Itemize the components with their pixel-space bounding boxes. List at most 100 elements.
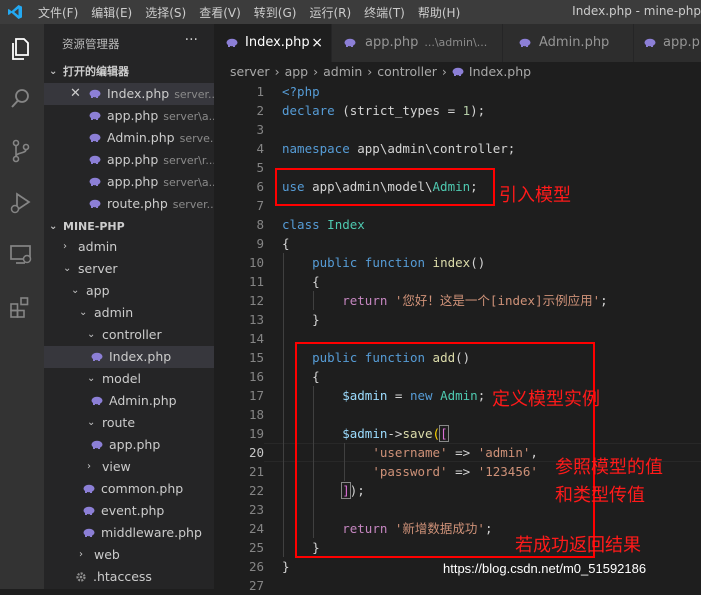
open-editor-name: route.php: [107, 196, 168, 211]
line-number: 4: [256, 141, 264, 156]
php-file-icon: [91, 396, 103, 405]
open-editor-item[interactable]: app.php server\a...: [44, 171, 214, 193]
chevron-right-icon: ›: [79, 549, 83, 560]
project-label: MINE-PHP: [63, 220, 125, 233]
tree-file[interactable]: Admin.php: [44, 390, 214, 412]
close-icon[interactable]: ✕: [70, 83, 81, 105]
php-file-icon: [89, 133, 101, 142]
code-line: {: [312, 274, 320, 289]
explorer-sidebar: 资源管理器 ··· ⌄ 打开的编辑器 ✕ Index.phpserver... …: [44, 24, 214, 589]
menu-go[interactable]: 转到(G): [254, 4, 297, 21]
breadcrumb-item[interactable]: server: [230, 64, 270, 79]
run-debug-icon[interactable]: [8, 190, 34, 216]
tree-folder[interactable]: › view: [44, 456, 214, 478]
close-icon[interactable]: ×: [311, 24, 323, 62]
code-line: class Index: [282, 217, 365, 232]
tree-label: Admin.php: [109, 393, 177, 408]
menu-run[interactable]: 运行(R): [309, 4, 351, 21]
tree-folder[interactable]: ⌄ controller: [44, 324, 214, 346]
tree-label: common.php: [101, 481, 184, 496]
menu-edit[interactable]: 编辑(E): [91, 4, 132, 21]
tree-file[interactable]: event.php: [44, 500, 214, 522]
line-number: 3: [256, 122, 264, 137]
open-editor-item[interactable]: app.php server\a...: [44, 105, 214, 127]
open-editor-path: server...: [174, 88, 214, 101]
remote-explorer-icon[interactable]: [8, 242, 34, 268]
chevron-down-icon: ⌄: [87, 417, 96, 428]
tree-file[interactable]: .htaccess: [44, 566, 214, 588]
php-file-icon: [83, 484, 95, 493]
breadcrumb-item[interactable]: app: [285, 64, 309, 79]
tree-label: server: [78, 261, 118, 276]
menu-help[interactable]: 帮助(H): [418, 4, 460, 21]
tab-index-php[interactable]: Index.php ×: [214, 24, 332, 62]
tree-folder[interactable]: ⌄ server: [44, 258, 214, 280]
title-bar: 文件(F) 编辑(E) 选择(S) 查看(V) 转到(G) 运行(R) 终端(T…: [0, 0, 701, 24]
tree-file[interactable]: app.php: [44, 434, 214, 456]
line-number: 10: [248, 255, 264, 270]
tree-label: web: [94, 547, 120, 562]
tree-folder[interactable]: ⌄ app: [44, 280, 214, 302]
chevron-down-icon: ⌄: [87, 373, 96, 384]
breadcrumb-item[interactable]: admin: [323, 64, 362, 79]
annotation-result: 若成功返回结果: [515, 535, 641, 556]
open-editor-name: Admin.php: [107, 130, 175, 145]
line-number: 8: [256, 217, 264, 232]
tab-app-php-2[interactable]: app.php: [634, 24, 701, 62]
tree-folder[interactable]: › web: [44, 544, 214, 566]
tab-admin-php[interactable]: Admin.php: [503, 24, 634, 62]
annotation-instance: 定义模型实例: [492, 389, 600, 410]
annotation-import: 引入模型: [499, 185, 571, 206]
open-editor-item[interactable]: Admin.php serve...: [44, 127, 214, 149]
menu-terminal[interactable]: 终端(T): [364, 4, 405, 21]
open-editor-item[interactable]: ✕ Index.php server...: [44, 83, 214, 105]
more-actions-icon[interactable]: ···: [185, 32, 198, 48]
breadcrumb-item[interactable]: Index.php: [469, 64, 531, 79]
menu-view[interactable]: 查看(V): [199, 4, 241, 21]
explorer-icon[interactable]: [8, 36, 34, 62]
line-number: 7: [256, 198, 264, 213]
window-title: Index.php - mine-php: [572, 4, 701, 18]
tab-path: ...\admin\...: [424, 36, 488, 49]
menu-file[interactable]: 文件(F): [38, 4, 78, 21]
tree-folder[interactable]: ⌄ route: [44, 412, 214, 434]
activity-bar: [0, 24, 44, 589]
project-section[interactable]: ⌄ MINE-PHP: [44, 216, 214, 238]
open-editors-section[interactable]: ⌄ 打开的编辑器: [44, 61, 214, 83]
line-number: 2: [256, 103, 264, 118]
tree-file[interactable]: common.php: [44, 478, 214, 500]
line-number: 13: [248, 312, 264, 327]
chevron-down-icon: ⌄: [49, 221, 58, 232]
code-line: return '您好！这是一个[index]示例应用';: [342, 293, 608, 308]
tree-label: view: [102, 459, 131, 474]
menu-bar: 文件(F) 编辑(E) 选择(S) 查看(V) 转到(G) 运行(R) 终端(T…: [38, 4, 473, 21]
open-editors-label: 打开的编辑器: [63, 65, 129, 78]
chevron-down-icon: ⌄: [63, 263, 72, 274]
tree-file[interactable]: middleware.php: [44, 522, 214, 544]
line-number-current: 20: [248, 445, 264, 460]
line-number: 5: [256, 160, 264, 175]
source-control-icon[interactable]: [8, 138, 34, 164]
tree-folder[interactable]: ⌄ model: [44, 368, 214, 390]
tree-file-selected[interactable]: Index.php: [44, 346, 214, 368]
open-editor-item[interactable]: route.php server...: [44, 193, 214, 215]
tab-app-php[interactable]: app.php ...\admin\...: [332, 24, 503, 62]
php-file-icon: [91, 440, 103, 449]
tree-folder[interactable]: › admin: [44, 236, 214, 258]
menu-selection[interactable]: 选择(S): [145, 4, 186, 21]
line-number: 25: [248, 540, 264, 555]
open-editor-name: app.php: [107, 152, 159, 167]
line-number: 26: [248, 559, 264, 574]
extensions-icon[interactable]: [8, 294, 34, 320]
breadcrumb-item[interactable]: controller: [377, 64, 437, 79]
tree-folder[interactable]: ⌄ admin: [44, 302, 214, 324]
tab-label: Admin.php: [539, 35, 610, 50]
chevron-down-icon: ⌄: [71, 285, 80, 296]
php-file-icon: [89, 177, 101, 186]
search-icon[interactable]: [8, 86, 34, 112]
line-number: 12: [248, 293, 264, 308]
open-editor-item[interactable]: app.php server\r...: [44, 149, 214, 171]
php-file-icon: [644, 38, 656, 47]
chevron-right-icon: ›: [63, 241, 67, 252]
import-highlight-box: [275, 168, 495, 206]
